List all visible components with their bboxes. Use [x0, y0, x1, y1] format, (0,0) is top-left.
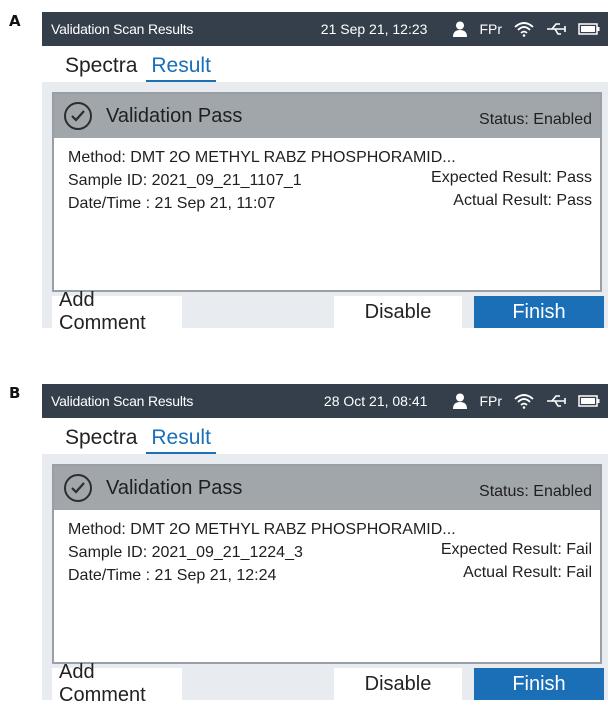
- tab-spectra[interactable]: Spectra: [60, 426, 142, 454]
- disable-button[interactable]: Disable: [334, 668, 462, 700]
- device-screen-a: Validation Scan Results 21 Sep 21, 12:23…: [42, 12, 608, 334]
- check-circle-icon: [64, 102, 92, 130]
- result-details: Method: DMT 2O METHYL RABZ PHOSPHORAMID.…: [54, 138, 600, 215]
- tab-bar: Spectra Result: [42, 418, 608, 454]
- check-circle-icon: [64, 474, 92, 502]
- method-value: Method: DMT 2O METHYL RABZ PHOSPHORAMID.…: [68, 148, 456, 166]
- user-icon: [453, 393, 468, 409]
- status-datetime: 28 Oct 21, 08:41: [323, 393, 428, 409]
- finish-button[interactable]: Finish: [474, 668, 604, 700]
- finish-button[interactable]: Finish: [474, 296, 604, 328]
- battery-icon: [578, 23, 600, 35]
- tab-result[interactable]: Result: [146, 54, 216, 82]
- result-details: Method: DMT 2O METHYL RABZ PHOSPHORAMID.…: [54, 510, 600, 587]
- usb-icon: [546, 394, 566, 408]
- result-title: Validation Pass: [106, 104, 243, 127]
- status-bar: Validation Scan Results 21 Sep 21, 12:23…: [42, 12, 608, 46]
- tab-bar: Spectra Result: [42, 46, 608, 82]
- tab-result[interactable]: Result: [146, 426, 216, 454]
- status-datetime: 21 Sep 21, 12:23: [320, 21, 428, 37]
- wifi-icon: [514, 393, 534, 409]
- expected-result: Expected Result: Fail: [440, 541, 592, 558]
- wifi-icon: [514, 21, 534, 37]
- panel-label-a: A: [9, 12, 21, 30]
- result-card: Validation Pass Status: Enabled Method: …: [52, 464, 602, 664]
- disable-button[interactable]: Disable: [334, 296, 462, 328]
- result-card-header: Validation Pass Status: Enabled: [54, 94, 600, 138]
- battery-icon: [578, 395, 600, 407]
- actual-result: Actual Result: Fail: [463, 564, 592, 581]
- result-card: Validation Pass Status: Enabled Method: …: [52, 92, 602, 292]
- screen-title: Validation Scan Results: [51, 21, 194, 37]
- usb-icon: [546, 22, 566, 36]
- status-label: Status: Enabled: [479, 111, 592, 128]
- user-icon: [453, 21, 468, 37]
- expected-result: Expected Result: Pass: [431, 169, 592, 186]
- device-screen-b: Validation Scan Results 28 Oct 21, 08:41…: [42, 384, 608, 706]
- method-value: Method: DMT 2O METHYL RABZ PHOSPHORAMID.…: [68, 520, 456, 538]
- status-label: Status: Enabled: [479, 483, 592, 500]
- add-comment-button[interactable]: Add Comment: [52, 289, 182, 334]
- tab-spectra[interactable]: Spectra: [60, 54, 142, 82]
- result-title: Validation Pass: [106, 476, 243, 499]
- user-name: FPr: [479, 393, 502, 409]
- user-name: FPr: [479, 21, 502, 37]
- screen-title: Validation Scan Results: [51, 393, 194, 409]
- panel-label-b: B: [9, 384, 21, 402]
- add-comment-button[interactable]: Add Comment: [52, 661, 182, 706]
- actual-result: Actual Result: Pass: [453, 192, 592, 209]
- result-card-header: Validation Pass Status: Enabled: [54, 466, 600, 510]
- status-bar: Validation Scan Results 28 Oct 21, 08:41…: [42, 384, 608, 418]
